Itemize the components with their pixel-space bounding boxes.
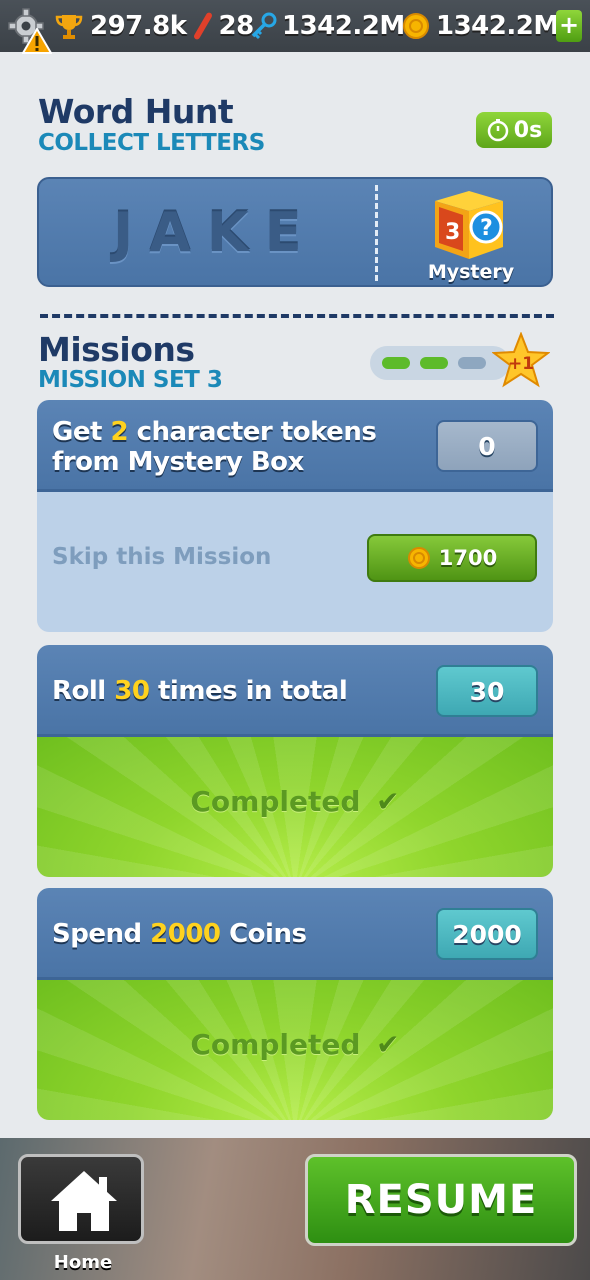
- missions-title: Missions: [38, 330, 195, 369]
- skateboard-icon: [193, 12, 212, 40]
- hunt-word: JAKE: [113, 201, 318, 264]
- timer-value: 0s: [513, 117, 543, 143]
- skip-cost: 1700: [438, 546, 498, 570]
- svg-text:3: 3: [445, 220, 460, 245]
- stopwatch-icon: [487, 119, 509, 142]
- top-status-bar: 297.8k 28 1342.2M 1342.2M +: [0, 0, 590, 54]
- multiplier-star-icon: +1: [492, 332, 550, 388]
- trophy-icon: [55, 15, 83, 39]
- progress-segment-3: [458, 357, 486, 369]
- buy-coins-button[interactable]: +: [556, 10, 582, 42]
- progress-segment-1: [382, 357, 410, 369]
- home-button[interactable]: [18, 1154, 144, 1244]
- word-hunt-subtitle: COLLECT LETTERS: [38, 130, 265, 156]
- keys-value: 1342.2M: [282, 11, 405, 41]
- mission-1-header: Get 2 character tokens from Mystery Box …: [37, 400, 553, 492]
- checkmark-icon: ✔: [376, 1028, 400, 1061]
- mission-3-status: Completed ✔: [190, 1028, 400, 1061]
- mission-progress-bar: [370, 346, 510, 380]
- checkmark-icon: ✔: [376, 785, 400, 818]
- home-icon: [51, 1171, 117, 1231]
- section-divider: [40, 314, 554, 318]
- mission-2-header: Roll 30 times in total 30: [37, 645, 553, 737]
- resume-button[interactable]: RESUME: [305, 1154, 577, 1246]
- word-hunt-panel: JAKE 3 ? Mystery: [37, 177, 553, 287]
- coins-counter: 1342.2M: [402, 8, 559, 44]
- mission-card-1: Get 2 character tokens from Mystery Box …: [37, 400, 553, 632]
- home-label: Home: [53, 1252, 113, 1273]
- mission-2-completed-panel: Completed ✔: [37, 737, 553, 877]
- mission-3-header: Spend 2000 Coins 2000: [37, 888, 553, 980]
- mission-3-description: Spend 2000 Coins: [52, 919, 307, 949]
- mission-3-counter: 2000: [436, 908, 538, 960]
- keys-counter: 1342.2M: [248, 8, 405, 44]
- word-hunt-title: Word Hunt: [38, 92, 234, 131]
- word-hunt-timer: 0s: [476, 112, 552, 148]
- mission-2-counter: 30: [436, 665, 538, 717]
- mission-1-body: Skip this Mission 1700: [37, 492, 553, 632]
- missions-subtitle: MISSION SET 3: [38, 367, 223, 393]
- svg-text:?: ?: [480, 216, 493, 241]
- mission-3-completed-panel: Completed ✔: [37, 980, 553, 1120]
- mission-2-status: Completed ✔: [190, 785, 400, 818]
- mission-card-3: Spend 2000 Coins 2000 Completed ✔: [37, 888, 553, 1120]
- progress-segment-2: [420, 357, 448, 369]
- skip-mission-label: Skip this Mission: [52, 544, 272, 570]
- mystery-box-icon[interactable]: 3 ?: [429, 187, 507, 261]
- coin-icon: [407, 547, 430, 569]
- coin-icon: [403, 13, 429, 39]
- trophy-value: 297.8k: [90, 11, 187, 41]
- skip-mission-button[interactable]: 1700: [367, 534, 537, 582]
- key-icon: [251, 12, 277, 40]
- mission-card-2: Roll 30 times in total 30 Completed ✔: [37, 645, 553, 877]
- mission-1-description: Get 2 character tokens from Mystery Box: [52, 417, 377, 477]
- panel-divider: [375, 185, 378, 281]
- trophy-score: 297.8k 28: [54, 8, 254, 44]
- star-bonus-text: +1: [508, 354, 534, 374]
- mission-2-description: Roll 30 times in total: [52, 676, 348, 706]
- mystery-label: Mystery: [427, 261, 515, 283]
- warning-icon: [22, 28, 52, 54]
- coins-value: 1342.2M: [436, 11, 559, 41]
- bottom-bar: Home RESUME: [0, 1138, 590, 1280]
- mission-1-counter: 0: [436, 420, 538, 472]
